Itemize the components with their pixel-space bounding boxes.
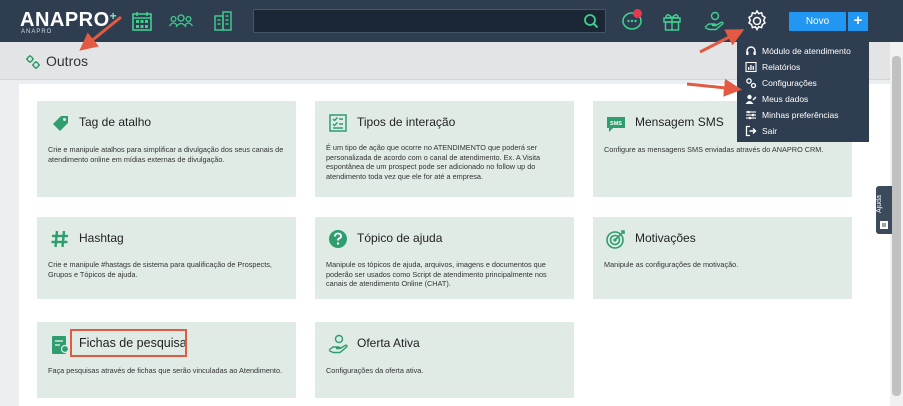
card-tipos-de-interacao[interactable]: Tipos de interação É um tipo de ação que… <box>315 101 574 197</box>
help-question-icon <box>329 230 347 248</box>
hand-money-icon <box>328 334 348 354</box>
people-group-icon[interactable] <box>168 10 194 32</box>
checklist-icon <box>329 114 347 132</box>
report-icon <box>745 61 757 73</box>
menu-item-configuracoes[interactable]: Configurações <box>737 75 869 91</box>
card-description: É um tipo de ação que ocorre no ATENDIME… <box>326 143 541 181</box>
menu-item-label: Sair <box>762 126 778 136</box>
sliders-icon <box>746 110 756 120</box>
sms-icon-text: SMS <box>610 121 622 127</box>
hashtag-icon <box>51 230 68 248</box>
menu-item-label: Minhas preferências <box>762 110 839 120</box>
search-icon[interactable] <box>583 13 599 29</box>
card-title: Mensagem SMS <box>635 115 724 129</box>
user-edit-icon <box>745 94 757 104</box>
card-oferta-ativa[interactable]: Oferta Ativa Configurações da oferta ati… <box>315 322 574 398</box>
survey-form-icon <box>52 336 70 354</box>
target-icon <box>606 230 625 249</box>
card-title: Tipos de interação <box>357 115 456 129</box>
card-description: Manipule as configurações de motivação. <box>604 260 739 269</box>
card-title: Tópico de ajuda <box>357 231 443 245</box>
card-description: Faça pesquisas através de fichas que ser… <box>48 366 283 375</box>
brand-plus: + <box>109 9 118 23</box>
card-description: Configurações da oferta ativa. <box>326 366 424 375</box>
menu-item-minhas-preferencias[interactable]: Minhas preferências <box>737 107 869 123</box>
menu-item-meus-dados[interactable]: Meus dados <box>737 91 869 107</box>
card-description: Manipule os tópicos de ajuda, arquivos, … <box>326 260 547 289</box>
card-title: Tag de atalho <box>79 115 152 129</box>
page-title: Outros <box>46 53 89 69</box>
menu-item-relatorios[interactable]: Relatórios <box>737 59 869 75</box>
card-description: Crie e manipule atalhos para simplificar… <box>48 145 284 164</box>
help-tab-label: Ajuda <box>876 195 883 213</box>
card-motivacoes[interactable]: Motivações Manipule as configurações de … <box>593 217 852 299</box>
card-title: Motivações <box>635 231 696 245</box>
brand-subtitle: ANAPRO <box>21 29 53 35</box>
hand-money-icon[interactable] <box>703 10 725 32</box>
menu-item-label: Módulo de atendimento <box>762 46 851 56</box>
help-book-icon <box>880 221 888 229</box>
tag-icon <box>53 116 68 131</box>
gears-icon <box>26 55 40 69</box>
card-topico-de-ajuda[interactable]: Tópico de ajuda Manipule os tópicos de a… <box>315 217 574 299</box>
gift-icon[interactable] <box>661 10 683 32</box>
card-title: Oferta Ativa <box>357 336 420 350</box>
scrollbar-thumb[interactable] <box>892 56 901 396</box>
card-description: Crie e manipule #hastags de sistema para… <box>48 260 272 279</box>
notification-badge <box>633 9 642 18</box>
menu-item-modulo-de-atendimento[interactable]: Módulo de atendimento <box>737 43 869 59</box>
help-tab[interactable]: Ajuda <box>876 186 892 234</box>
search-input[interactable] <box>253 9 606 33</box>
buildings-icon[interactable] <box>212 10 234 32</box>
menu-item-label: Relatórios <box>762 62 801 72</box>
menu-item-label: Meus dados <box>762 94 809 104</box>
menu-item-label: Configurações <box>762 78 817 88</box>
menu-item-sair[interactable]: Sair <box>737 123 869 139</box>
add-button[interactable]: + <box>848 12 868 31</box>
settings-dropdown-menu: Módulo de atendimento Relatórios Configu… <box>737 41 869 142</box>
gear-icon[interactable] <box>745 9 769 33</box>
logout-icon <box>745 125 757 137</box>
card-tag-de-atalho[interactable]: Tag de atalho Crie e manipule atalhos pa… <box>37 101 296 197</box>
new-button[interactable]: Novo <box>789 12 846 31</box>
sms-icon: SMS <box>607 117 625 132</box>
card-description: Configure as mensagens SMS enviadas atra… <box>604 145 824 154</box>
headset-icon <box>746 46 756 55</box>
brand-name: ANAPRO <box>20 9 110 31</box>
gears-icon <box>746 78 757 89</box>
card-hashtag[interactable]: Hashtag Crie e manipule #hastags de sist… <box>37 217 296 299</box>
card-title: Hashtag <box>79 231 124 245</box>
highlight-box <box>70 329 187 357</box>
calendar-icon[interactable] <box>131 10 153 32</box>
